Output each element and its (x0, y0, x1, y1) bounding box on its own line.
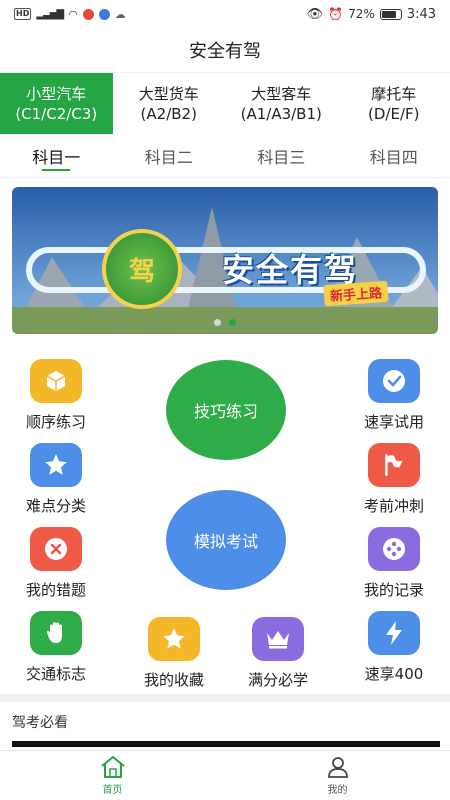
close-circle-icon (30, 527, 82, 571)
feature-label: 我的错题 (25, 581, 86, 599)
bottom-navigation: 首页 我的 (0, 750, 450, 800)
star-icon (30, 443, 82, 487)
battery-percent: 72% (348, 7, 375, 21)
feature-label: 我的记录 (363, 581, 424, 599)
tab-subject-3[interactable]: 科目三 (225, 134, 338, 177)
lightning-icon (368, 611, 420, 655)
feature-label: 速享试用 (363, 413, 424, 431)
tab-motorcycle[interactable]: 摩托车 (D/E/F) (338, 73, 450, 134)
check-circle-icon (368, 359, 420, 403)
crown-icon (252, 617, 304, 661)
alarm-icon: ⏰ (328, 7, 344, 21)
page-title: 安全有驾 (189, 41, 261, 62)
tab-label: 小型汽车 (26, 84, 87, 103)
tab-code: (A1/A3/B1) (240, 104, 322, 123)
flag-icon (368, 443, 420, 487)
vehicle-type-tabs: 小型汽车 (C1/C2/C3) 大型货车 (A2/B2) 大型客车 (A1/A3… (0, 72, 450, 134)
skills-practice-label: 技巧练习 (193, 402, 258, 421)
feature-label: 速享400 (364, 665, 424, 683)
mock-exam-label: 模拟考试 (193, 532, 258, 551)
feature-label: 满分必学 (247, 671, 308, 689)
home-icon (100, 756, 125, 778)
hd-indicator: HD (14, 8, 32, 20)
mock-exam-button[interactable]: 模拟考试 (166, 490, 286, 590)
skills-practice-button[interactable]: 技巧练习 (166, 360, 286, 460)
sequential-practice-button[interactable]: 顺序练习 (8, 359, 104, 432)
battery-icon (379, 8, 402, 20)
signal-icon: ▂▃▅▇ (36, 8, 64, 20)
wifi-icon: ◠ (68, 7, 78, 21)
tab-subject-1[interactable]: 科目一 (0, 134, 113, 177)
tab-code: (A2/B2) (140, 104, 197, 123)
exam-sprint-button[interactable]: 考前冲刺 (346, 443, 442, 516)
app-header: 安全有驾 (0, 28, 450, 72)
tab-large-truck[interactable]: 大型货车 (A2/B2) (113, 73, 226, 134)
tab-label: 大型货车 (138, 84, 199, 103)
nav-mine-label: 我的 (327, 785, 348, 796)
user-icon (327, 757, 348, 778)
tab-subject-4[interactable]: 科目四 (338, 134, 450, 177)
tab-label: 大型客车 (251, 84, 312, 103)
quick-400-button[interactable]: 速享400 (346, 611, 442, 684)
eye-icon: 👁 (306, 6, 324, 22)
feature-label: 考前冲刺 (363, 497, 424, 515)
subject-tabs: 科目一 科目二 科目三 科目四 (0, 134, 450, 178)
article-preview-bar[interactable] (12, 741, 440, 747)
difficult-categories-button[interactable]: 难点分类 (8, 443, 104, 516)
status-bar: HD ▂▃▅▇ ◠ ☁ 👁 ⏰ 72% 3:43 (0, 0, 450, 28)
full-score-button[interactable]: 满分必学 (230, 617, 326, 690)
my-favorites-button[interactable]: 我的收藏 (126, 617, 222, 690)
tab-label: 摩托车 (371, 84, 417, 103)
star-icon (148, 617, 200, 661)
quick-trial-button[interactable]: 速享试用 (346, 359, 442, 432)
badge-char: 驾 (128, 256, 155, 287)
box-icon (30, 359, 82, 403)
app-notification-icon (98, 8, 110, 20)
my-records-button[interactable]: 我的记录 (346, 527, 442, 600)
feature-label: 顺序练习 (25, 413, 86, 431)
status-right: 👁 ⏰ 72% 3:43 (307, 7, 436, 22)
banner-subtitle: 新手上路 (323, 280, 389, 307)
nav-mine[interactable]: 我的 (225, 751, 450, 800)
feature-grid: 顺序练习 技巧练习 速享试用 难点分类 考前冲刺 我的错题 模拟考试 我的记录 … (0, 345, 450, 690)
nav-home-label: 首页 (102, 785, 123, 796)
status-left: HD ▂▃▅▇ ◠ ☁ (14, 8, 126, 21)
carousel-indicator (12, 319, 438, 326)
nav-home[interactable]: 首页 (0, 751, 225, 800)
feature-label: 我的收藏 (143, 671, 204, 689)
cloud-icon: ☁ (114, 7, 126, 21)
carousel-dot-active[interactable] (229, 319, 236, 326)
feature-label: 交通标志 (25, 665, 86, 683)
tab-small-car[interactable]: 小型汽车 (C1/C2/C3) (0, 73, 113, 134)
tab-subject-2[interactable]: 科目二 (113, 134, 226, 177)
tab-code: (D/E/F) (368, 104, 420, 123)
promo-banner[interactable]: 驾 安全有驾 新手上路 (12, 187, 438, 334)
tab-code: (C1/C2/C3) (15, 104, 98, 123)
section-title: 驾考必看 (12, 715, 68, 731)
weibo-icon (82, 8, 94, 20)
carousel-dot[interactable] (214, 319, 221, 326)
feature-label: 难点分类 (25, 497, 86, 515)
traffic-signs-button[interactable]: 交通标志 (8, 611, 104, 684)
hand-icon (30, 611, 82, 655)
section-divider (0, 694, 450, 702)
my-mistakes-button[interactable]: 我的错题 (8, 527, 104, 600)
clock-time: 3:43 (406, 6, 436, 22)
tab-large-bus[interactable]: 大型客车 (A1/A3/B1) (225, 73, 338, 134)
film-reel-icon (368, 527, 420, 571)
logo-badge: 驾 (102, 229, 182, 309)
